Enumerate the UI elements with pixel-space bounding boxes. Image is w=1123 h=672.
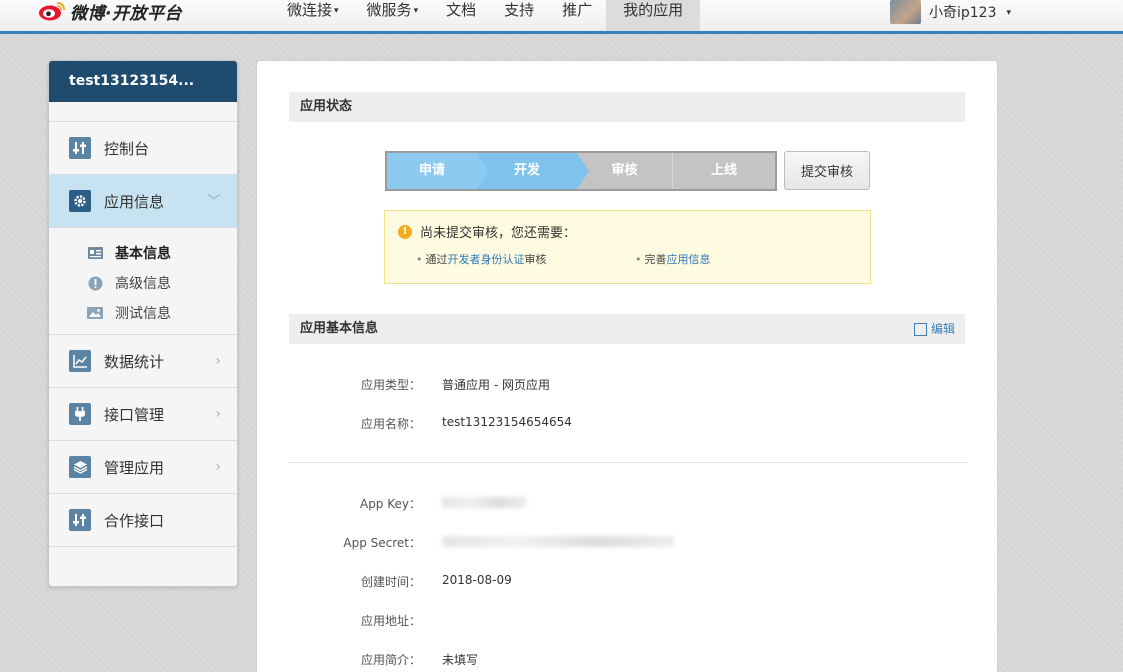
chart-icon (69, 350, 91, 372)
console-icon (69, 509, 91, 531)
caret-down-icon: ▾ (1006, 7, 1012, 18)
chevron-right-icon: › (215, 353, 221, 369)
notice-item-identity: • 通过开发者身份认证审核 (416, 253, 547, 266)
gear-icon (69, 190, 91, 212)
caret-down-icon: ▾ (334, 6, 339, 16)
step-arrow (477, 153, 489, 189)
row-app-secret: App Secret： (257, 534, 977, 550)
chevron-right-icon: › (215, 459, 221, 475)
app-secret-value (442, 534, 674, 548)
step-develop: 开发 (477, 153, 589, 189)
sidebar: test13123154... 控制台 应用信息 ﹀ 基本信息 高级信息 测试信… (48, 60, 238, 587)
main-panel: 应用状态 申请 开发 审核 上线 提交审核 ! 尚未提交审核，您还需要： • 通过… (256, 60, 998, 672)
app-key-value (442, 495, 526, 509)
step-online: 上线 (673, 153, 775, 189)
chevron-down-icon: ﹀ (207, 194, 221, 210)
warning-icon: ! (398, 224, 412, 239)
caret-down-icon: ▾ (413, 6, 419, 16)
user-menu[interactable]: 小奇ip123 ▾ (890, 0, 1011, 24)
step-arrow (577, 153, 589, 189)
notice-item-app-info: • 完善应用信息 (635, 253, 711, 266)
row-app-name: 应用名称： test13123154654654 (360, 415, 572, 431)
row-app-intro: 应用简介： 未填写 (360, 653, 479, 667)
card-icon (87, 245, 103, 261)
sidebar-subitem-advanced-info[interactable]: 高级信息 (87, 268, 237, 298)
sidebar-item-manage-apps[interactable]: 管理应用 › (49, 441, 237, 494)
console-icon (69, 137, 91, 159)
step-apply: 申请 (387, 153, 489, 189)
divider (289, 462, 967, 463)
plug-icon (69, 403, 91, 425)
row-app-key: App Key： (257, 495, 977, 511)
avatar (890, 0, 921, 24)
submit-review-button[interactable]: 提交审核 (784, 151, 870, 190)
nav-item-wei-fuwu[interactable]: 微服务 ▾ (353, 0, 433, 31)
developer-verification-link[interactable]: 开发者身份认证 (448, 253, 525, 266)
pending-notice: ! 尚未提交审核，您还需要： • 通过开发者身份认证审核 • 完善应用信息 (384, 210, 871, 284)
sidebar-subitem-basic-info[interactable]: 基本信息 (87, 238, 237, 268)
layers-icon (69, 456, 91, 478)
status-progress-steps: 申请 开发 审核 上线 (385, 151, 777, 191)
nav-item-support[interactable]: 支持 (490, 0, 548, 31)
row-app-type: 应用类型： 普通应用 - 网页应用 (360, 378, 550, 392)
info-icon (87, 275, 103, 291)
section-title: 应用状态 (300, 99, 353, 114)
notice-title: 尚未提交审核，您还需要： (420, 226, 577, 241)
section-title: 应用基本信息 (300, 321, 379, 336)
row-app-url: 应用地址： (360, 614, 421, 628)
sidebar-item-partner-api[interactable]: 合作接口 (49, 494, 237, 547)
sidebar-app-title: test13123154... (49, 61, 237, 102)
logo-text: 微博·开放平台 (70, 3, 182, 24)
sidebar-submenu: 基本信息 高级信息 测试信息 (49, 228, 237, 335)
basic-info-header: 应用基本信息 编辑 (289, 314, 965, 344)
row-created-time: 创建时间： 2018-08-09 (360, 573, 512, 589)
app-info-link[interactable]: 应用信息 (667, 253, 711, 266)
image-icon (87, 305, 103, 321)
main-nav: 微连接 ▾ 微服务 ▾ 文档 支持 推广 我的应用 (273, 0, 701, 31)
edit-icon (913, 322, 927, 336)
nav-item-promotion[interactable]: 推广 (548, 0, 606, 31)
chevron-right-icon: › (215, 406, 221, 422)
top-navbar: 微博·开放平台 微连接 ▾ 微服务 ▾ 文档 支持 推广 我的应用 小奇ip123 … (0, 0, 1123, 34)
sidebar-spacer (49, 102, 237, 122)
weibo-logo[interactable]: 微博·开放平台 (38, 0, 182, 24)
username: 小奇ip123 (929, 5, 997, 21)
nav-item-my-apps[interactable]: 我的应用 (606, 0, 701, 31)
sidebar-item-app-info[interactable]: 应用信息 ﹀ (49, 175, 237, 228)
app-status-header: 应用状态 (289, 92, 965, 122)
step-review: 审核 (577, 153, 673, 189)
sidebar-item-api-management[interactable]: 接口管理 › (49, 388, 237, 441)
edit-button[interactable]: 编辑 (913, 314, 955, 344)
sidebar-item-statistics[interactable]: 数据统计 › (49, 335, 237, 388)
sidebar-subitem-test-info[interactable]: 测试信息 (87, 298, 237, 328)
nav-item-docs[interactable]: 文档 (432, 0, 490, 31)
weibo-eye-icon (38, 1, 66, 21)
nav-item-wei-lianjie[interactable]: 微连接 ▾ (273, 0, 353, 31)
sidebar-item-console[interactable]: 控制台 (49, 122, 237, 175)
